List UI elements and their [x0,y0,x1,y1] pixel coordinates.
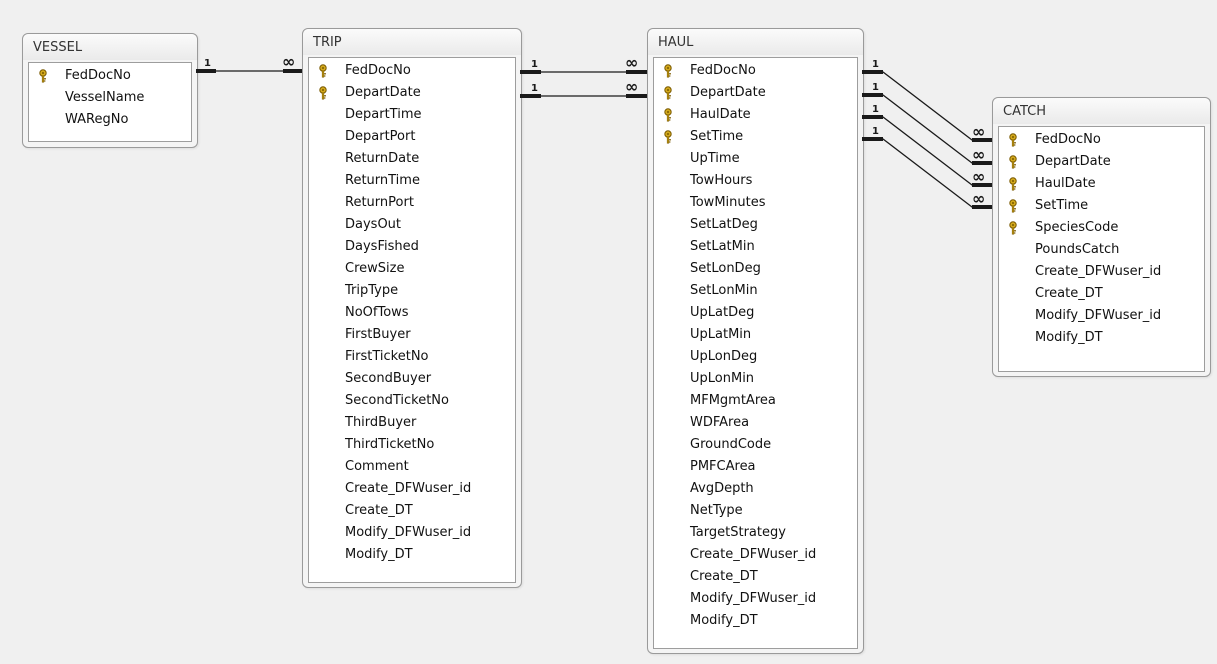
cardinality-many-label: ∞ [972,145,985,164]
cardinality-one-label: 1 [531,83,538,94]
cardinality-one-label: 1 [872,59,879,70]
relationship-vessel-trip[interactable]: 1 ∞ [196,52,302,73]
cardinality-one-label: 1 [204,58,211,69]
cardinality-one-label: 1 [872,104,879,115]
cardinality-many-label: ∞ [972,167,985,186]
cardinality-one-label: 1 [872,126,879,137]
relationship-lines: 1 ∞ 1 ∞ 1 ∞ 1 ∞ 1 ∞ 1 ∞ 1 ∞ [196,52,992,209]
cardinality-many-label: ∞ [282,52,295,71]
cardinality-many-label: ∞ [972,189,985,208]
relationship-trip-haul-feddocno[interactable]: 1 ∞ [520,53,647,74]
cardinality-one-label: 1 [531,59,538,70]
cardinality-one-label: 1 [872,82,879,93]
cardinality-many-label: ∞ [625,53,638,72]
cardinality-many-label: ∞ [625,77,638,96]
cardinality-many-label: ∞ [972,122,985,141]
relationships-canvas: VESSEL FedDocNo VesselName WARegNo TRIP Fe… [0,0,1217,664]
relationship-trip-haul-departdate[interactable]: 1 ∞ [520,77,647,98]
